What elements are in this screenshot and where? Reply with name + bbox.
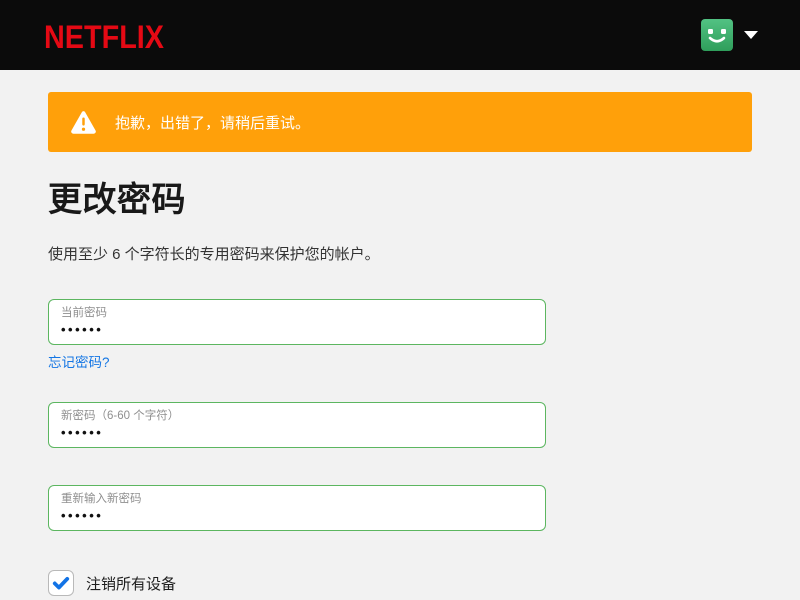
change-password-page: 抱歉，出错了，请稍后重试。 更改密码 使用至少 6 个字符长的专用密码来保护您的… bbox=[0, 70, 800, 596]
confirm-password-input[interactable] bbox=[61, 507, 533, 525]
signout-all-devices-row: 注销所有设备 bbox=[48, 570, 752, 596]
change-password-form: 当前密码 忘记密码? 新密码（6-60 个字符） 重新输入新密码 注销所有设备 bbox=[48, 299, 752, 596]
error-message: 抱歉，出错了，请稍后重试。 bbox=[115, 114, 311, 132]
top-navbar: NETFLIX bbox=[0, 0, 800, 70]
chevron-down-icon[interactable] bbox=[744, 31, 758, 39]
signout-all-devices-checkbox[interactable] bbox=[48, 570, 74, 596]
current-password-input[interactable] bbox=[61, 321, 533, 339]
netflix-logo-text: NETFLIX bbox=[44, 19, 165, 53]
signout-all-devices-label: 注销所有设备 bbox=[86, 575, 177, 593]
new-password-field[interactable]: 新密码（6-60 个字符） bbox=[48, 402, 546, 448]
new-password-input[interactable] bbox=[61, 424, 533, 442]
account-menu[interactable] bbox=[701, 19, 758, 51]
error-banner: 抱歉，出错了，请稍后重试。 bbox=[48, 92, 752, 152]
new-password-label: 新密码（6-60 个字符） bbox=[61, 410, 180, 422]
current-password-field[interactable]: 当前密码 bbox=[48, 299, 546, 345]
page-title: 更改密码 bbox=[48, 181, 186, 219]
checkmark-icon bbox=[52, 576, 70, 590]
forgot-password-link[interactable]: 忘记密码? bbox=[48, 351, 110, 371]
netflix-logo[interactable]: NETFLIX bbox=[44, 17, 166, 53]
page-subtitle: 使用至少 6 个字符长的专用密码来保护您的帐户。 bbox=[48, 246, 380, 263]
warning-icon bbox=[71, 110, 96, 134]
profile-avatar-icon[interactable] bbox=[701, 19, 733, 51]
current-password-label: 当前密码 bbox=[61, 307, 107, 319]
confirm-password-field[interactable]: 重新输入新密码 bbox=[48, 485, 546, 531]
confirm-password-label: 重新输入新密码 bbox=[61, 493, 142, 505]
